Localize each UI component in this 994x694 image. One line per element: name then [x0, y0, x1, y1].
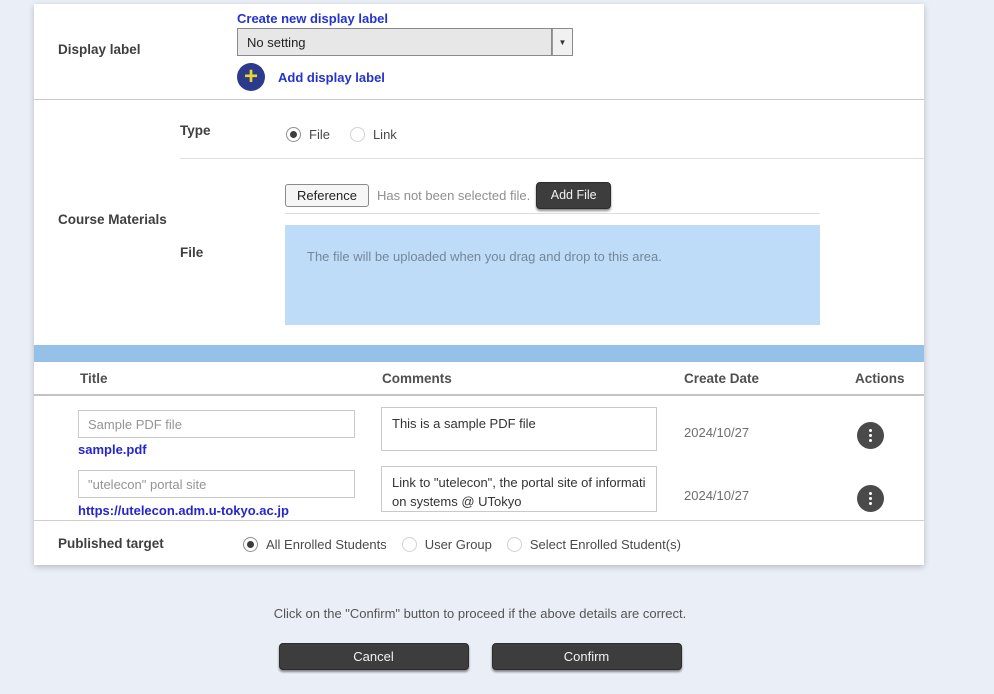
row-actions-kebab-button[interactable] [857, 485, 884, 512]
create-new-display-label-link[interactable]: Create new display label [237, 11, 388, 26]
radio-all-enrolled-students-label: All Enrolled Students [266, 537, 387, 552]
kebab-dot [869, 434, 872, 437]
radio-type-link[interactable] [350, 127, 365, 142]
material-file-link[interactable]: sample.pdf [78, 442, 147, 457]
type-radio-group: File Link [286, 127, 397, 142]
column-header-title: Title [80, 371, 108, 386]
column-header-actions: Actions [855, 371, 905, 386]
confirm-instruction-text: Click on the "Confirm" button to proceed… [0, 606, 960, 621]
add-file-button[interactable]: Add File [536, 182, 611, 209]
display-label-select[interactable]: No setting ▼ [237, 28, 573, 56]
blue-separator-bar [34, 345, 924, 362]
reference-row-divider [285, 213, 820, 214]
file-heading: File [180, 245, 203, 260]
display-label-select-value: No setting [237, 28, 552, 56]
no-file-selected-text: Has not been selected file. [377, 188, 530, 203]
type-row-divider [180, 158, 924, 159]
radio-type-file[interactable] [286, 127, 301, 142]
column-header-create-date: Create Date [684, 371, 759, 386]
display-label-heading: Display label [58, 42, 141, 57]
radio-user-group-label: User Group [425, 537, 492, 552]
material-comment-box[interactable]: This is a sample PDF file [381, 407, 657, 451]
column-header-comments: Comments [382, 371, 452, 386]
file-reference-row: Reference Has not been selected file. Ad… [285, 180, 611, 210]
published-target-radio-group: All Enrolled Students User Group Select … [243, 537, 696, 552]
add-display-label-text: Add display label [278, 70, 385, 85]
radio-select-enrolled-students-label: Select Enrolled Student(s) [530, 537, 681, 552]
table-row: https://utelecon.adm.u-tokyo.ac.jp Link … [34, 460, 924, 521]
section-divider [34, 99, 924, 100]
kebab-dot [869, 439, 872, 442]
file-dropzone[interactable]: The file will be uploaded when you drag … [285, 225, 820, 325]
row-actions-kebab-button[interactable] [857, 422, 884, 449]
course-materials-form-panel: Display label Create new display label N… [34, 4, 924, 565]
material-create-date: 2024/10/27 [684, 425, 749, 440]
chevron-down-icon: ▼ [559, 38, 567, 47]
select-dropdown-arrow-button[interactable]: ▼ [552, 28, 573, 56]
add-display-label-button[interactable]: + Add display label [237, 62, 385, 92]
kebab-dot [869, 492, 872, 495]
kebab-dot [869, 429, 872, 432]
radio-type-link-label: Link [373, 127, 397, 142]
type-heading: Type [180, 123, 211, 138]
reference-button[interactable]: Reference [285, 184, 369, 207]
material-title-input[interactable] [78, 410, 355, 438]
page-background: Display label Create new display label N… [0, 0, 994, 694]
materials-table-header: Title Comments Create Date Actions [34, 362, 924, 396]
cancel-button[interactable]: Cancel [279, 643, 469, 670]
kebab-dot [869, 502, 872, 505]
add-plus-icon: + [237, 63, 265, 91]
published-target-heading: Published target [58, 536, 164, 551]
radio-select-enrolled-students[interactable] [507, 537, 522, 552]
material-comment-box[interactable]: Link to "utelecon", the portal site of i… [381, 466, 657, 512]
material-create-date: 2024/10/27 [684, 488, 749, 503]
radio-type-file-label: File [309, 127, 330, 142]
radio-all-enrolled-students[interactable] [243, 537, 258, 552]
published-target-row: Published target All Enrolled Students U… [34, 522, 924, 565]
confirm-button[interactable]: Confirm [492, 643, 682, 670]
footer-buttons: Cancel Confirm [0, 643, 960, 670]
course-materials-heading: Course Materials [58, 212, 167, 227]
table-row: sample.pdf This is a sample PDF file 202… [34, 398, 924, 460]
radio-user-group[interactable] [402, 537, 417, 552]
dropzone-hint-text: The file will be uploaded when you drag … [285, 225, 820, 264]
kebab-dot [869, 497, 872, 500]
material-url-link[interactable]: https://utelecon.adm.u-tokyo.ac.jp [78, 503, 289, 518]
material-title-input[interactable] [78, 470, 355, 498]
